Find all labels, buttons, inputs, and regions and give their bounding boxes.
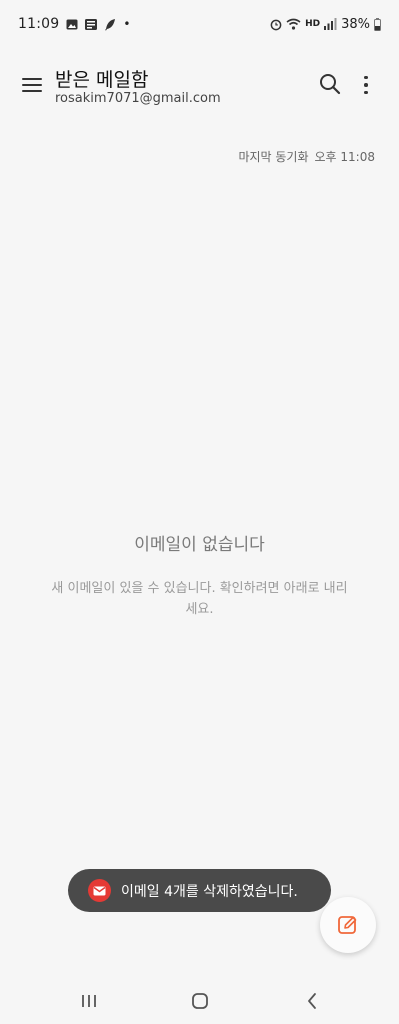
alarm-icon [270,18,282,30]
deleted-toast: 이메일 4개를 삭제하였습니다. [68,869,331,912]
mail-icon [88,879,111,902]
sync-label: 마지막 동기화 [238,150,309,164]
list-icon [85,18,98,30]
network-label: HD [305,19,321,29]
recents-icon [82,995,96,1007]
image-icon [66,18,78,30]
sync-time: 오후 11:08 [314,150,375,164]
page-title: 받은 메일함 [55,69,149,91]
menu-icon [22,78,42,80]
compose-icon [338,916,357,934]
compose-button[interactable] [320,897,376,953]
back-icon [308,993,316,1009]
status-time: 11:09 [18,16,60,32]
feather-icon [104,18,116,30]
battery-level: 38% [341,16,370,32]
home-button[interactable] [188,990,212,1012]
system-nav-bar [0,980,399,1024]
toast-message: 이메일 4개를 삭제하였습니다. [121,883,298,900]
empty-state-title: 이메일이 없습니다 [134,535,265,555]
battery-icon [374,17,381,31]
empty-state-description: 새 이메일이 있을 수 있습니다. 확인하려면 아래로 내리세요. [51,581,348,617]
signal-icon [324,18,337,30]
search-button[interactable] [318,72,344,98]
account-email: rosakim7071@gmail.com [55,91,221,106]
status-dot: • [123,17,131,31]
app-header: 받은 메일함 rosakim7071@gmail.com [0,62,399,112]
recents-button[interactable] [77,990,101,1012]
home-icon [192,993,208,1009]
menu-button[interactable] [20,74,44,96]
inbox-screen: 11:09 • HD 38% 받은 메일함 rosakim7071@gmail.… [0,0,399,1024]
last-sync-info: 마지막 동기화 오후 11:08 [238,148,375,165]
wifi-icon [286,18,301,30]
status-bar: 11:09 • HD 38% [0,0,399,48]
more-vert-icon [364,75,368,80]
more-options-button[interactable] [356,72,376,98]
back-button[interactable] [300,990,324,1012]
search-icon [320,74,341,95]
